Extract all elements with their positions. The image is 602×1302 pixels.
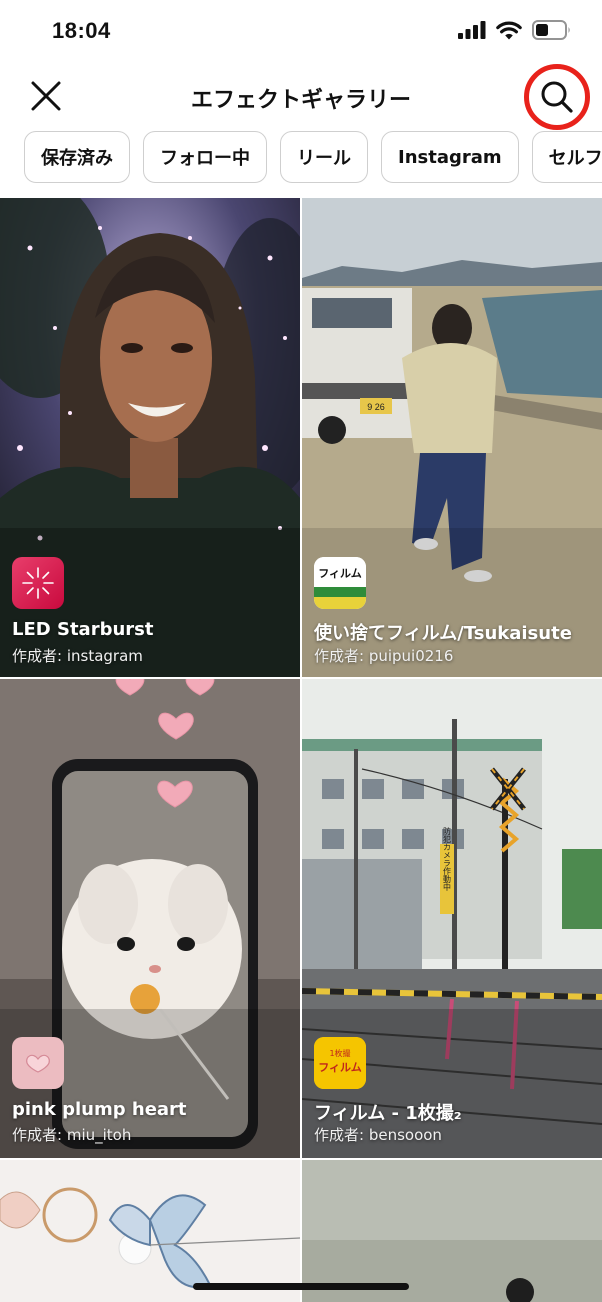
effects-grid: LED Starburst 作成者: instagram 9 26 フィルム 使… <box>0 198 602 1302</box>
starburst-icon <box>22 567 54 599</box>
chip-reels[interactable]: リール <box>280 131 368 183</box>
search-icon <box>541 81 573 113</box>
category-chips: 保存済み フォロー中 リール Instagram セルフ <box>24 131 602 183</box>
cellular-signal-icon <box>458 21 486 39</box>
status-time: 18:04 <box>52 18 111 43</box>
effect-badge <box>12 557 64 609</box>
badge-label: フィルム <box>318 567 362 580</box>
status-bar: 18:04 <box>0 0 602 62</box>
effect-name: pink plump heart <box>12 1099 187 1120</box>
chip-selfie[interactable]: セルフ <box>531 131 602 183</box>
svg-text:防犯カメラ作動中: 防犯カメラ作動中 <box>443 826 452 892</box>
effect-tile-gray-photo[interactable] <box>302 1160 602 1302</box>
search-button[interactable] <box>524 64 590 130</box>
chip-instagram[interactable]: Instagram <box>381 131 519 183</box>
effect-preview-image <box>0 1160 300 1302</box>
page-title: エフェクトギャラリー <box>190 88 411 113</box>
badge-sublabel: 1枚撮 <box>329 1049 351 1058</box>
battery-icon <box>532 20 570 40</box>
effect-badge: 1枚撮 フィルム <box>314 1037 366 1089</box>
effect-badge <box>12 1037 64 1089</box>
heart-icon <box>26 1054 50 1073</box>
badge-label: フィルム <box>318 1061 362 1074</box>
svg-text:9 26: 9 26 <box>367 402 385 412</box>
effect-name: フィルム - 1枚撮₂ <box>314 1103 462 1124</box>
status-icons <box>458 20 572 40</box>
effect-name: 使い捨てフィルム/Tsukaisute <box>314 623 572 644</box>
effect-author: 作成者: puipui0216 <box>314 647 454 665</box>
navigation-bar: エフェクトギャラリー <box>0 62 602 130</box>
effect-tile-tsukaisute-film[interactable]: 9 26 フィルム 使い捨てフィルム/Tsukaisute 作成者: puipu… <box>302 198 602 677</box>
effect-tile-film-1-shot[interactable]: 防犯カメラ作動中 1枚撮 フィルム フィルム - 1枚撮₂ 作成者: benso… <box>302 679 602 1158</box>
effect-tile-butterfly-accessory[interactable] <box>0 1160 300 1302</box>
effect-preview-image <box>302 1160 602 1302</box>
effect-tile-led-starburst[interactable]: LED Starburst 作成者: instagram <box>0 198 300 677</box>
effect-tile-pink-plump-heart[interactable]: pink plump heart 作成者: miu_itoh <box>0 679 300 1158</box>
chip-following[interactable]: フォロー中 <box>143 131 267 183</box>
wifi-icon <box>496 21 522 39</box>
effect-name: LED Starburst <box>12 619 154 640</box>
effect-author: 作成者: bensooon <box>314 1126 442 1144</box>
effect-author: 作成者: miu_itoh <box>12 1126 132 1144</box>
home-indicator[interactable] <box>193 1283 409 1290</box>
effect-badge: フィルム <box>314 557 366 609</box>
chip-saved[interactable]: 保存済み <box>24 131 130 183</box>
effect-author: 作成者: instagram <box>12 647 143 665</box>
